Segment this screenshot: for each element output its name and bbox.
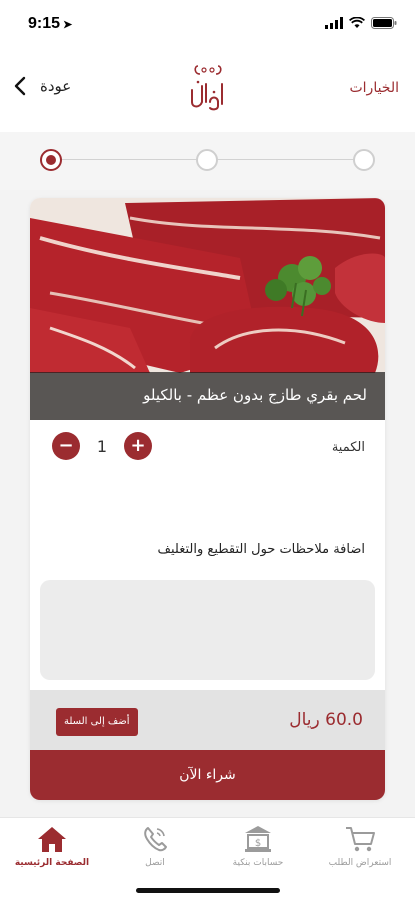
step-indicator xyxy=(0,132,415,190)
product-card: لحم بقري طازج بدون عظم - بالكيلو الكمية … xyxy=(30,198,385,800)
step-1 xyxy=(353,149,375,171)
notes-input[interactable] xyxy=(40,580,375,680)
tab-label: حسابات بنكية xyxy=(232,858,284,868)
cart-icon xyxy=(346,827,375,852)
home-icon xyxy=(38,827,66,852)
back-button[interactable]: عودة xyxy=(14,76,71,96)
bank-icon: $ xyxy=(245,826,271,852)
location-arrow-icon: ➤ xyxy=(63,19,73,31)
tab-order-review[interactable]: استعراض الطلب xyxy=(308,818,412,880)
quantity-stepper: − 1 + xyxy=(52,432,152,460)
signal-icon xyxy=(325,17,343,29)
price: 60.0 ريال xyxy=(289,710,363,730)
tab-contact[interactable]: اتصل xyxy=(103,818,207,880)
quantity-value: 1 xyxy=(96,436,108,456)
status-bar: 9:15 ➤ xyxy=(0,0,415,50)
wifi-icon xyxy=(349,17,365,28)
tab-home[interactable]: الصفحة الرئيسية xyxy=(0,818,104,880)
decrease-quantity-button[interactable]: − xyxy=(52,432,80,460)
tab-label: الصفحة الرئيسية xyxy=(14,858,90,868)
nav-bar: عودة الخيارات xyxy=(0,50,415,132)
quantity-label: الكمية xyxy=(331,440,365,455)
options-button[interactable]: الخيارات xyxy=(349,80,399,96)
product-caption: لحم بقري طازج بدون عظم - بالكيلو xyxy=(30,372,385,420)
tab-label: استعراض الطلب xyxy=(328,858,392,868)
home-indicator xyxy=(136,888,280,893)
buy-now-button[interactable]: شراء الآن xyxy=(30,750,385,800)
chevron-left-icon xyxy=(14,76,26,96)
notes-label: اضافة ملاحظات حول التقطيع والتغليف xyxy=(157,542,365,557)
status-time: 9:15 ➤ xyxy=(28,15,72,33)
price-row: أضف إلى السلة 60.0 ريال xyxy=(30,690,385,750)
battery-icon xyxy=(371,17,397,29)
phone-icon xyxy=(144,827,167,852)
svg-text:$: $ xyxy=(255,838,261,849)
back-label: عودة xyxy=(40,77,72,95)
step-3-current xyxy=(40,149,62,171)
tab-label: اتصل xyxy=(145,858,165,868)
product-title: لحم بقري طازج بدون عظم - بالكيلو xyxy=(143,386,367,404)
brand-logo xyxy=(191,65,223,111)
add-to-cart-button[interactable]: أضف إلى السلة xyxy=(56,708,138,736)
tab-bar: استعراض الطلب $ حسابات بنكية اتصل الصفحة… xyxy=(0,817,415,900)
step-2 xyxy=(196,149,218,171)
tab-bank-accounts[interactable]: $ حسابات بنكية xyxy=(206,818,310,880)
status-icons xyxy=(325,17,397,29)
status-time-text: 9:15 xyxy=(28,15,61,32)
increase-quantity-button[interactable]: + xyxy=(124,432,152,460)
